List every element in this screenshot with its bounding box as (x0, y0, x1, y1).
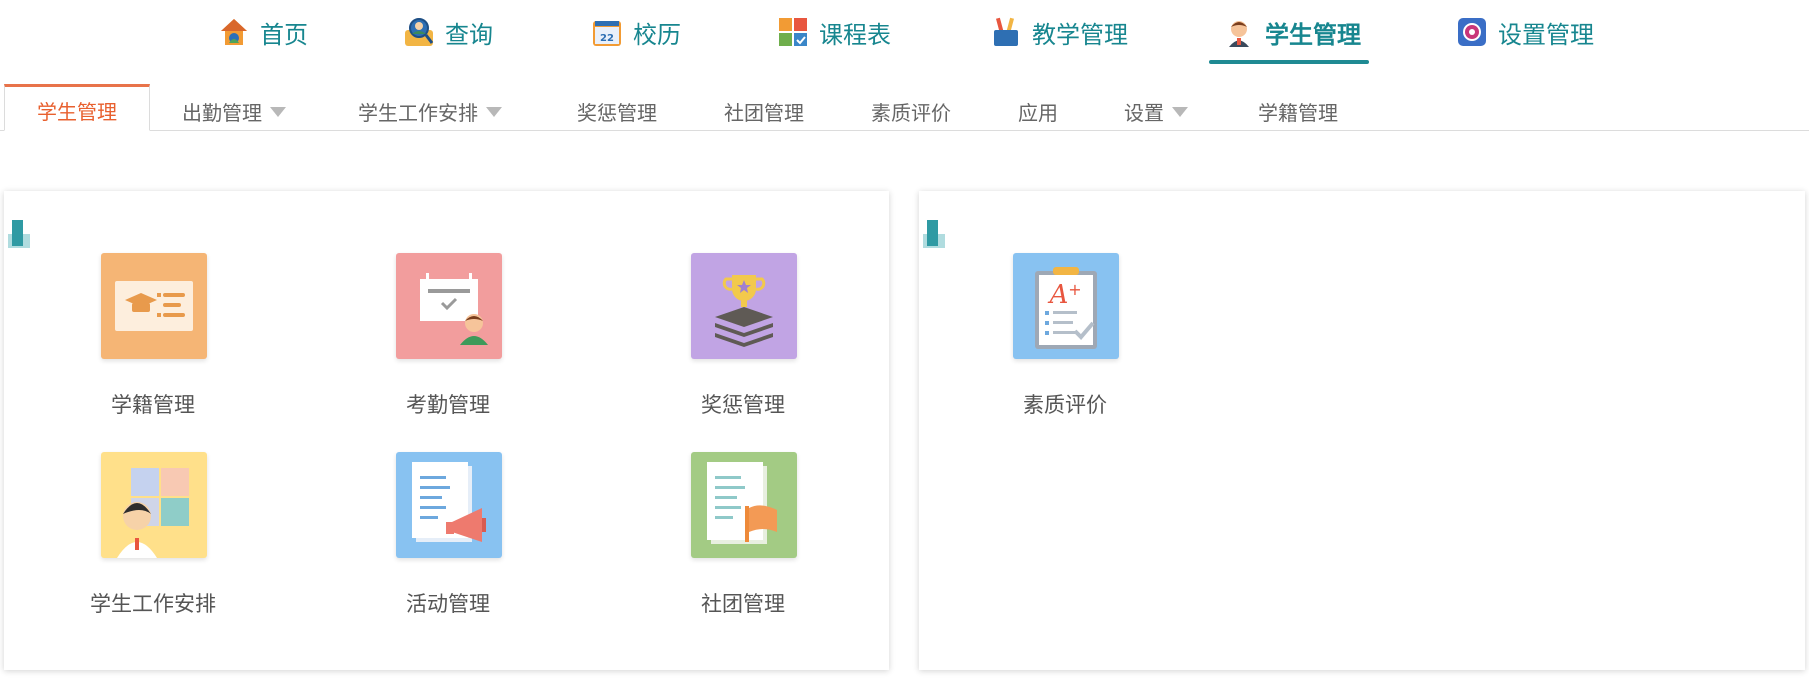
tile-label: 学生工作安排 (90, 592, 216, 616)
tile-label: 社团管理 (701, 592, 785, 616)
megaphone-document-icon (412, 462, 486, 542)
tile-label: 奖惩管理 (701, 393, 785, 417)
top-nav-label: 教学管理 (1032, 20, 1128, 49)
svg-text:22: 22 (600, 33, 614, 44)
top-nav-label: 学生管理 (1265, 20, 1361, 49)
sub-navigation: 学生管理 出勤管理 学生工作安排 奖惩管理 社团管理 素质评价 应用 设置 学籍… (0, 84, 1809, 131)
trophy-icon (715, 275, 773, 347)
top-nav-teaching[interactable]: 教学管理 (990, 0, 1128, 64)
timetable-icon (779, 18, 807, 46)
tab-quality-evaluation[interactable]: 素质评价 (871, 84, 951, 131)
tile-icon-box (396, 253, 502, 359)
top-nav-label: 查询 (445, 20, 493, 49)
tab-student-management[interactable]: 学生管理 (4, 84, 150, 131)
pencil-cup-icon (994, 17, 1018, 46)
tile-activities[interactable]: 活动管理 (338, 452, 558, 642)
top-nav-label: 设置管理 (1498, 20, 1594, 49)
tab-label: 奖惩管理 (577, 101, 657, 125)
student-schedule-icon (117, 468, 189, 558)
panel-marker (923, 220, 945, 248)
tile-work-arrangement[interactable]: 学生工作安排 (43, 452, 263, 642)
tab-label: 出勤管理 (182, 101, 262, 125)
calendar-icon: 22 (593, 21, 621, 46)
top-nav-label: 校历 (633, 20, 681, 49)
tab-label: 社团管理 (724, 101, 804, 125)
attendance-board-icon (420, 273, 488, 345)
tab-label: 学生管理 (37, 100, 117, 124)
tile-clubs[interactable]: 社团管理 (633, 452, 853, 642)
tab-apps[interactable]: 应用 (1018, 84, 1058, 131)
top-nav-calendar[interactable]: 22 校历 (591, 0, 681, 64)
tile-quality-evaluation[interactable]: A + 素质评价 (955, 253, 1175, 443)
chevron-down-icon (270, 107, 286, 117)
top-nav-student-management[interactable]: 学生管理 (1209, 0, 1369, 64)
panel-student-functions: 学籍管理 考勤管理 奖惩管理 学生工作安排 活动管理 社团管理 (4, 191, 889, 670)
club-flag-icon (707, 462, 777, 544)
tile-label: 素质评价 (1023, 393, 1107, 417)
home-icon (221, 19, 247, 45)
tab-label: 应用 (1018, 101, 1058, 125)
tab-label: 素质评价 (871, 101, 951, 125)
tile-student-records[interactable]: 学籍管理 (43, 253, 263, 443)
tile-icon-box (101, 452, 207, 558)
graduation-card-icon (115, 281, 193, 331)
svg-text:A: A (1048, 280, 1069, 310)
tab-label: 学籍管理 (1258, 101, 1338, 125)
tile-icon-box (396, 452, 502, 558)
top-nav-label: 首页 (260, 20, 308, 49)
tile-icon-box (691, 253, 797, 359)
top-nav-timetable[interactable]: 课程表 (777, 0, 891, 64)
tile-icon-box: A + (1013, 253, 1119, 359)
tab-work-arrangement[interactable]: 学生工作安排 (358, 84, 502, 131)
tab-rewards-punishments[interactable]: 奖惩管理 (577, 84, 657, 131)
tab-label: 学生工作安排 (358, 101, 478, 125)
settings-gear-icon (1458, 18, 1486, 46)
chevron-down-icon (486, 107, 502, 117)
svg-text:+: + (1068, 280, 1081, 299)
tile-icon-box (101, 253, 207, 359)
top-nav-home[interactable]: 首页 (218, 0, 308, 64)
top-navigation: 首页 查询 22 校历 课程表 教学管理 学生管理 设置管理 (0, 0, 1809, 64)
panel-marker (8, 220, 30, 248)
tab-label: 设置 (1124, 101, 1164, 125)
tab-settings[interactable]: 设置 (1124, 84, 1188, 131)
top-nav-query[interactable]: 查询 (403, 0, 493, 64)
tile-attendance[interactable]: 考勤管理 (338, 253, 558, 443)
tile-label: 活动管理 (406, 592, 490, 616)
tile-icon-box (691, 452, 797, 558)
tile-label: 学籍管理 (111, 393, 195, 417)
tab-attendance[interactable]: 出勤管理 (182, 84, 286, 131)
tile-label: 考勤管理 (406, 393, 490, 417)
tile-rewards[interactable]: 奖惩管理 (633, 253, 853, 443)
top-nav-settings[interactable]: 设置管理 (1456, 0, 1594, 64)
chevron-down-icon (1172, 107, 1188, 117)
search-person-icon (405, 18, 434, 46)
tab-student-records[interactable]: 学籍管理 (1258, 84, 1338, 131)
student-avatar-icon (1229, 21, 1249, 47)
top-nav-label: 课程表 (819, 20, 891, 49)
tab-clubs[interactable]: 社团管理 (724, 84, 804, 131)
grade-a-plus-icon: A + (1035, 267, 1097, 349)
panel-quality: A + 素质评价 (919, 191, 1805, 670)
